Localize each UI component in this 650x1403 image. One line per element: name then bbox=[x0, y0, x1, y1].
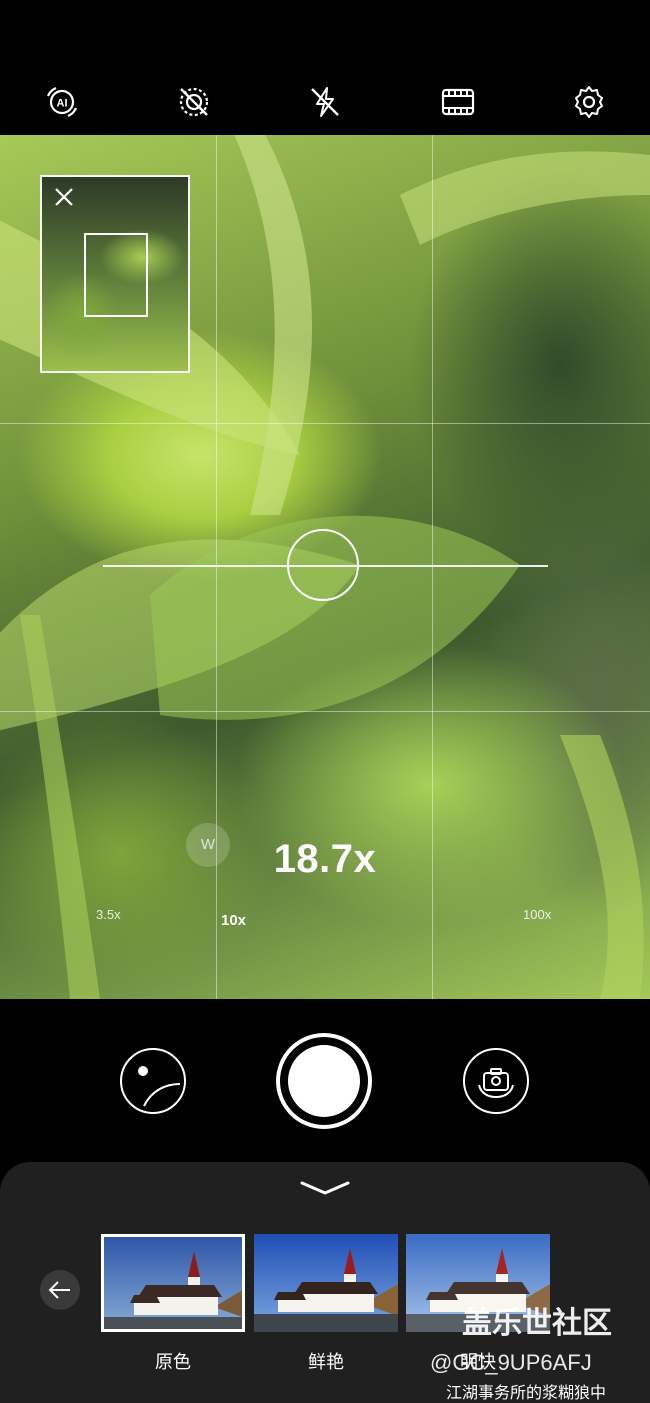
focus-ring bbox=[287, 529, 359, 601]
church-image bbox=[254, 1234, 398, 1332]
filter-label-original: 原色 bbox=[155, 1352, 191, 1372]
gallery-button[interactable] bbox=[120, 1048, 186, 1114]
close-icon[interactable] bbox=[52, 185, 76, 209]
grid-line bbox=[0, 423, 650, 424]
shutter-icon bbox=[288, 1045, 360, 1117]
zoom-frame bbox=[84, 233, 148, 317]
filter-thumbnail-vivid[interactable] bbox=[254, 1234, 398, 1332]
shutter-button[interactable] bbox=[276, 1033, 372, 1129]
grid-line bbox=[0, 711, 650, 712]
camera-viewfinder[interactable]: W 18.7x 3.5x 10x 100x bbox=[0, 135, 650, 999]
back-button[interactable] bbox=[40, 1270, 80, 1310]
church-image bbox=[104, 1237, 242, 1329]
filter-label-vivid: 鲜艳 bbox=[308, 1352, 344, 1372]
zoom-minimap[interactable] bbox=[40, 175, 190, 373]
chevron-down-icon[interactable] bbox=[298, 1178, 352, 1198]
film-icon[interactable] bbox=[440, 84, 476, 120]
watermark-title: 盖乐世社区 bbox=[462, 1307, 612, 1340]
filter-thumbnail-original[interactable] bbox=[101, 1234, 245, 1332]
watermark-credit: 江湖事务所的浆糊狼中 bbox=[446, 1385, 607, 1402]
zoom-scale[interactable] bbox=[0, 885, 650, 975]
flash-off-icon[interactable] bbox=[307, 84, 343, 120]
switch-camera-button[interactable] bbox=[463, 1048, 529, 1114]
ai-icon[interactable]: AI bbox=[44, 84, 80, 120]
gallery-icon bbox=[138, 1066, 181, 1107]
zoom-value: 18.7x bbox=[273, 837, 377, 881]
settings-icon[interactable] bbox=[571, 84, 607, 120]
arrow-left-icon bbox=[48, 1281, 70, 1299]
watermark-handle: @GC_9UP6AFJ bbox=[430, 1350, 592, 1375]
switch-camera-icon bbox=[478, 1068, 514, 1098]
capture-controls bbox=[0, 999, 650, 1164]
svg-text:AI: AI bbox=[57, 98, 68, 110]
top-toolbar: AI bbox=[0, 0, 650, 135]
no-motion-icon[interactable] bbox=[176, 84, 212, 120]
